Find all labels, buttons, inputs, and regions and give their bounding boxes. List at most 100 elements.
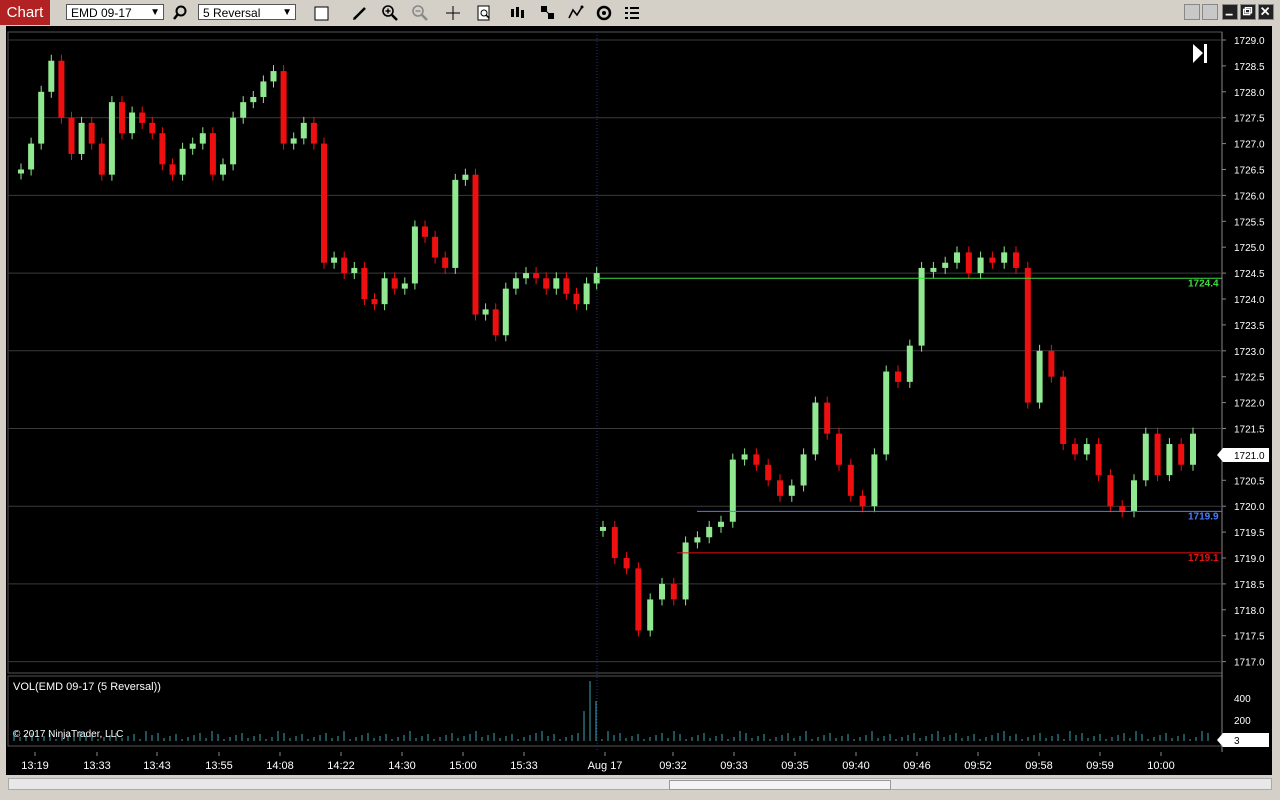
price-axis-label: 1717.5 xyxy=(1234,632,1265,643)
candle-body xyxy=(965,252,972,274)
time-axis-label: 09:35 xyxy=(781,760,809,772)
candle-body xyxy=(942,262,949,268)
candle-body xyxy=(623,558,630,569)
candle-body xyxy=(300,122,307,139)
candle-body xyxy=(250,96,257,103)
candle-body xyxy=(139,112,146,123)
candle-body xyxy=(18,169,24,174)
candle-body xyxy=(583,283,590,305)
candle-body xyxy=(1154,433,1161,476)
candle-body xyxy=(1107,475,1114,507)
candle-body xyxy=(824,402,831,434)
candle-body xyxy=(1036,350,1043,403)
time-axis-label: 13:19 xyxy=(21,760,49,772)
candle-body xyxy=(1190,433,1196,465)
price-axis-label: 1726.0 xyxy=(1234,191,1265,202)
price-axis-label: 1728.5 xyxy=(1234,62,1265,73)
time-axis-label: 10:00 xyxy=(1147,760,1175,772)
horizontal-line-label: 1719.9 xyxy=(1188,511,1219,522)
candle-body xyxy=(321,143,327,263)
candle-body xyxy=(533,273,540,279)
horizontal-line-label: 1719.1 xyxy=(1188,553,1219,564)
price-axis-label: 1725.0 xyxy=(1234,243,1265,254)
copyright-label: © 2017 NinjaTrader, LLC xyxy=(13,729,123,740)
horizontal-scrollbar[interactable] xyxy=(8,778,1272,790)
candle-body xyxy=(694,537,701,543)
price-axis-label: 1724.0 xyxy=(1234,295,1265,306)
time-axis-label: 13:33 xyxy=(83,760,111,772)
candle-body xyxy=(341,257,348,274)
candle-body xyxy=(129,112,136,134)
horizontal-line-label: 1724.4 xyxy=(1188,278,1219,289)
candle-body xyxy=(411,226,418,284)
candle-body xyxy=(1001,252,1008,263)
candle-body xyxy=(1083,444,1090,455)
candle-body xyxy=(977,257,984,274)
time-axis-label: 09:46 xyxy=(903,760,931,772)
candle-body xyxy=(859,495,866,507)
candle-body xyxy=(209,133,216,175)
candle-body xyxy=(1072,444,1078,455)
candle-body xyxy=(260,81,267,97)
candle-body xyxy=(659,583,665,600)
time-axis-label: 13:55 xyxy=(205,760,233,772)
candle-body xyxy=(240,102,247,118)
candle-body xyxy=(563,278,570,294)
candle-body xyxy=(1048,350,1055,377)
window-frame-right xyxy=(1272,26,1280,800)
candle-body xyxy=(647,599,654,631)
candle-body xyxy=(706,526,713,538)
candle-body xyxy=(611,526,618,558)
candle-body xyxy=(765,464,772,481)
time-axis-label: 09:33 xyxy=(720,760,748,772)
time-axis-label: 14:22 xyxy=(327,760,355,772)
current-volume-marker: 3 xyxy=(1217,733,1269,747)
candle-body xyxy=(401,283,408,289)
candle-body xyxy=(989,257,996,263)
time-axis-label: 15:00 xyxy=(449,760,477,772)
candle-body xyxy=(169,164,176,175)
candle-body xyxy=(88,122,95,144)
candle-body xyxy=(543,278,550,289)
candle-body xyxy=(220,164,226,175)
candle-body xyxy=(98,143,105,175)
volume-axis-label-400: 400 xyxy=(1234,694,1251,705)
candle-body xyxy=(310,122,317,144)
time-axis-label: 09:58 xyxy=(1025,760,1053,772)
candle-body xyxy=(280,71,287,144)
candle-body xyxy=(788,485,795,496)
current-price-label: 1721.0 xyxy=(1234,451,1265,462)
time-axis-label: 09:52 xyxy=(964,760,992,772)
candle-body xyxy=(670,583,677,600)
candle-body xyxy=(28,143,35,170)
candle-body xyxy=(351,267,358,274)
candle-body xyxy=(492,309,499,336)
scrollbar-thumb[interactable] xyxy=(669,780,891,790)
candle-body xyxy=(895,371,901,382)
price-axis-label: 1719.0 xyxy=(1234,554,1265,565)
price-axis-label: 1718.0 xyxy=(1234,606,1265,617)
time-axis-label: 09:40 xyxy=(842,760,870,772)
candle-body xyxy=(777,480,783,496)
candle-body xyxy=(729,459,736,522)
candle-body xyxy=(78,122,85,154)
candle-body xyxy=(199,133,206,144)
candle-body xyxy=(800,454,807,486)
candle-body xyxy=(371,299,378,305)
price-axis-label: 1722.5 xyxy=(1234,373,1265,384)
candle-body xyxy=(741,454,748,460)
candle-body xyxy=(1024,267,1031,403)
time-axis-label: 14:30 xyxy=(388,760,416,772)
candle-body xyxy=(179,148,186,175)
price-axis-label: 1718.5 xyxy=(1234,580,1265,591)
price-axis-label: 1721.5 xyxy=(1234,425,1265,436)
price-axis-label: 1728.0 xyxy=(1234,88,1265,99)
candle-body xyxy=(442,257,449,268)
candle-body xyxy=(553,278,560,289)
candle-body xyxy=(871,454,878,507)
candle-body xyxy=(68,117,75,154)
chart-canvas[interactable]: 1724.4 1719.9 1719.1 1729.0 1728.5 1728.0 172… xyxy=(0,0,1272,775)
candle-body xyxy=(600,526,606,531)
volume-panel-title: VOL(EMD 09-17 (5 Reversal)) xyxy=(13,681,161,693)
candle-body xyxy=(753,454,760,465)
